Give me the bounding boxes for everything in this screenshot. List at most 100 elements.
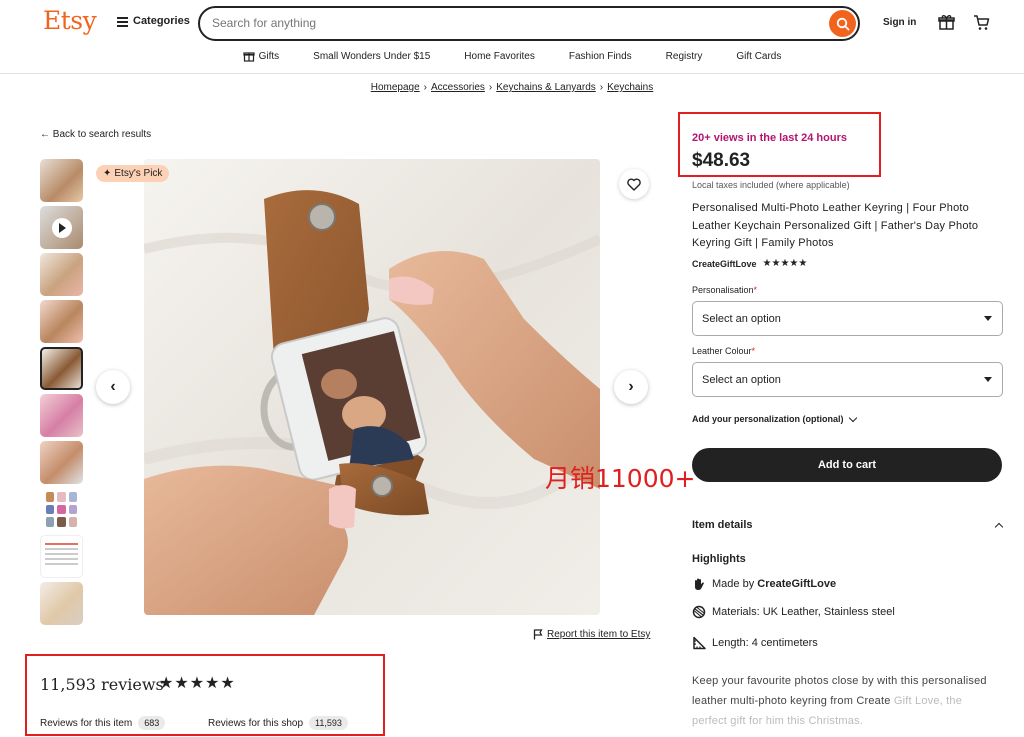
thumbnail-image[interactable] <box>40 253 83 296</box>
tax-note: Local taxes included (where applicable) <box>692 180 850 190</box>
leather-colour-select[interactable]: Select an option <box>692 362 1003 397</box>
category-nav: Gifts Small Wonders Under $15 Home Favor… <box>0 50 1024 62</box>
add-personalization-toggle[interactable]: Add your personalization (optional) <box>692 413 857 424</box>
review-stars: ★★★★★ <box>159 675 236 692</box>
favorite-button[interactable] <box>619 169 649 199</box>
thumbnail-size-chart[interactable] <box>40 535 83 578</box>
count-badge: 683 <box>138 716 166 730</box>
sparkle-icon: ✦ <box>103 168 112 179</box>
leather-colour-label: Leather Colour* <box>692 346 755 356</box>
add-to-cart-button[interactable]: Add to cart <box>692 448 1002 482</box>
nav-registry[interactable]: Registry <box>666 50 703 62</box>
tab-reviews-shop[interactable]: Reviews for this shop 11,593 <box>208 716 348 730</box>
search-bar <box>198 6 860 41</box>
breadcrumb-separator: › <box>599 82 604 93</box>
product-description: Keep your favourite photos close by with… <box>692 671 992 731</box>
chevron-up-icon <box>994 522 1004 531</box>
etsy-logo[interactable]: Etsy <box>43 6 97 35</box>
review-count: 11,593 reviews <box>40 675 164 694</box>
ruler-icon <box>693 636 706 650</box>
label-text: Leather Colour <box>692 346 752 356</box>
highlight-materials: Materials: UK Leather, Stainless steel <box>692 605 895 619</box>
next-image-button[interactable]: › <box>614 370 648 404</box>
product-main-image[interactable] <box>144 159 600 615</box>
breadcrumb-accessories[interactable]: Accessories <box>431 82 485 93</box>
made-by-shop-link[interactable]: CreateGiftLove <box>757 578 836 590</box>
breadcrumb-separator: › <box>488 82 493 93</box>
report-item-link[interactable]: Report this item to Etsy <box>533 629 650 640</box>
highlight-made-by: Made by CreateGiftLove <box>692 577 836 591</box>
sign-in-link[interactable]: Sign in <box>883 17 916 28</box>
play-icon <box>51 217 72 238</box>
breadcrumb: Homepage › Accessories › Keychains & Lanyard… <box>0 82 1024 93</box>
section-title: Item details <box>692 519 753 531</box>
nav-fashion-finds[interactable]: Fashion Finds <box>569 50 632 62</box>
highlights-title: Highlights <box>692 553 746 565</box>
price: $48.63 <box>692 150 751 171</box>
categories-button[interactable]: Categories <box>117 15 190 27</box>
chevron-down-icon <box>848 413 857 422</box>
tab-reviews-item[interactable]: Reviews for this item 683 <box>40 716 166 730</box>
toggle-label: Add your personalization (optional) <box>692 414 844 424</box>
reviews-section: 11,593 reviews ★★★★★ Reviews for this it… <box>25 654 385 736</box>
thumbnail-image[interactable] <box>40 441 83 484</box>
breadcrumb-separator: › <box>423 82 427 93</box>
back-to-search-link[interactable]: ← Back to search results <box>40 129 151 140</box>
nav-gift-cards[interactable]: Gift Cards <box>736 50 781 62</box>
etsys-pick-badge: ✦ Etsy's Pick <box>96 165 170 182</box>
thumbnail-colour-swatches[interactable] <box>40 488 83 531</box>
site-header: Etsy Categories Sign in Gifts Small Wond… <box>0 0 1024 74</box>
breadcrumb-homepage[interactable]: Homepage <box>371 82 420 93</box>
shop-name-link[interactable]: CreateGiftLove <box>692 259 757 269</box>
gift-icon[interactable] <box>938 14 955 36</box>
personalisation-select[interactable]: Select an option <box>692 301 1003 336</box>
required-marker: * <box>751 346 756 356</box>
thumbnail-image[interactable] <box>40 300 83 343</box>
categories-label: Categories <box>133 15 190 27</box>
select-value: Select an option <box>702 312 781 325</box>
thumbnail-image[interactable] <box>40 582 83 625</box>
highlight-length: Length: 4 centimeters <box>692 636 818 650</box>
breadcrumb-keychains[interactable]: Keychains <box>607 82 653 93</box>
menu-icon <box>117 16 128 27</box>
item-details-toggle[interactable]: Item details <box>692 519 1004 531</box>
caret-down-icon <box>984 316 992 321</box>
nav-home-favorites[interactable]: Home Favorites <box>464 50 535 62</box>
chevron-right-icon: › <box>628 378 634 395</box>
tab-label: Reviews for this shop <box>208 717 304 729</box>
thumbnail-image[interactable] <box>40 394 83 437</box>
chevron-left-icon: ‹ <box>110 378 116 395</box>
required-marker: * <box>753 285 758 295</box>
tab-label: Reviews for this item <box>40 717 133 729</box>
materials-icon <box>692 605 706 619</box>
thumbnail-image[interactable] <box>40 159 83 202</box>
hand-icon <box>695 578 704 590</box>
shop-stars: ★★★★★ <box>762 258 808 269</box>
thumbnail-video[interactable] <box>40 206 83 249</box>
materials-text: Materials: UK Leather, Stainless steel <box>712 606 895 618</box>
badge-label: Etsy's Pick <box>114 168 163 179</box>
back-label: Back to search results <box>52 129 152 140</box>
made-by-text: Made by CreateGiftLove <box>712 578 837 590</box>
label-text: Personalisation <box>692 285 754 295</box>
breadcrumb-keychains-lanyards[interactable]: Keychains & Lanyards <box>496 82 596 93</box>
nav-gifts[interactable]: Gifts <box>243 50 280 62</box>
gift-icon <box>243 52 255 62</box>
count-badge: 11,593 <box>309 716 348 730</box>
report-label: Report this item to Etsy <box>547 629 651 640</box>
product-photo <box>144 159 600 615</box>
cart-icon[interactable] <box>973 14 990 36</box>
shop-info: CreateGiftLove ★★★★★ <box>692 258 807 269</box>
previous-image-button[interactable]: ‹ <box>96 370 130 404</box>
monthly-sales-annotation: 月销11000+ <box>545 464 696 493</box>
views-notice: 20+ views in the last 24 hours <box>692 132 847 144</box>
search-input[interactable] <box>212 16 802 30</box>
thumbnail-image-selected[interactable] <box>40 347 83 390</box>
caret-down-icon <box>984 377 992 382</box>
nav-label: Gifts <box>258 50 280 62</box>
search-button[interactable] <box>829 10 856 37</box>
nav-small-wonders[interactable]: Small Wonders Under $15 <box>313 50 430 62</box>
search-icon <box>836 17 849 30</box>
length-text: Length: 4 centimeters <box>712 637 818 649</box>
arrow-left-icon: ← <box>40 129 50 140</box>
